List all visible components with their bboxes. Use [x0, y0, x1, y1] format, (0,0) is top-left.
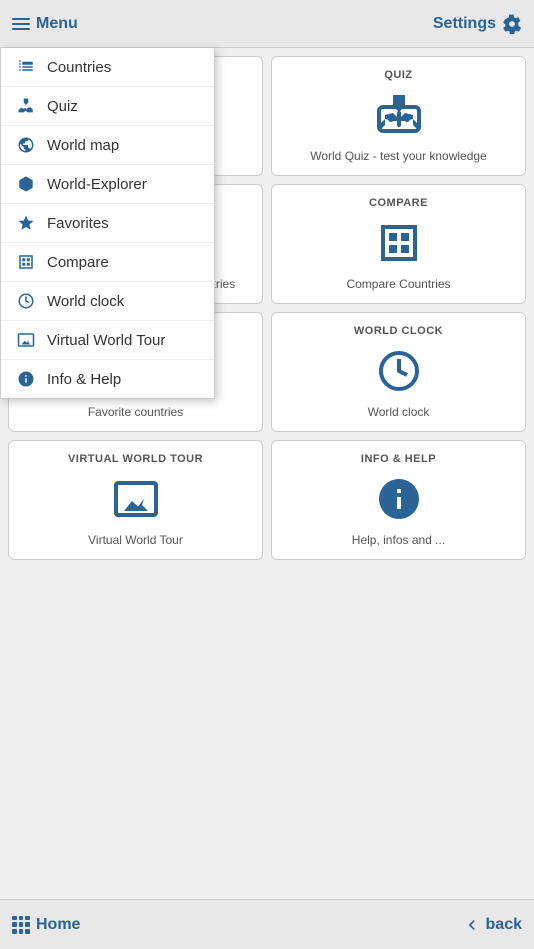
card-world-clock-title: WORLD CLOCK: [354, 325, 443, 337]
card-world-clock[interactable]: WORLD CLOCK World clock: [271, 312, 526, 432]
clock-icon-menu: [15, 292, 37, 310]
home-label: Home: [36, 916, 80, 934]
gamepad-icon: [15, 97, 37, 115]
back-button[interactable]: back: [462, 915, 522, 935]
dropdown-label-favorites: Favorites: [47, 215, 109, 232]
table-icon-card: [375, 219, 423, 267]
dropdown-label-world-map: World map: [47, 137, 119, 154]
dropdown-label-quiz: Quiz: [47, 98, 78, 115]
home-button[interactable]: Home: [12, 916, 80, 934]
card-info-help-title: INFO & HELP: [361, 453, 436, 465]
dropdown-menu: Countries Quiz World map World-Explorer: [0, 48, 215, 399]
card-info-help-label: Help, infos and ...: [352, 533, 445, 547]
image-icon-card: [112, 475, 160, 523]
info-icon-card: [375, 475, 423, 523]
clock-icon-card: [375, 347, 423, 395]
card-quiz-label: World Quiz - test your knowledge: [310, 149, 487, 163]
dropdown-item-quiz[interactable]: Quiz: [1, 87, 214, 126]
list-icon: [15, 58, 37, 76]
card-compare-title: COMPARE: [369, 197, 428, 209]
home-grid-icon: [12, 916, 30, 934]
footer: Home back: [0, 899, 534, 949]
card-world-clock-label: World clock: [368, 405, 430, 419]
card-quiz-title: QUIZ: [384, 69, 412, 81]
dropdown-label-world-clock: World clock: [47, 293, 124, 310]
gear-icon: [502, 14, 522, 34]
dropdown-item-world-map[interactable]: World map: [1, 126, 214, 165]
card-virtual-world-tour-label: Virtual World Tour: [88, 533, 183, 547]
dropdown-item-favorites[interactable]: Favorites: [1, 204, 214, 243]
dropdown-item-countries[interactable]: Countries: [1, 48, 214, 87]
dropdown-label-compare: Compare: [47, 254, 109, 271]
settings-button[interactable]: Settings: [433, 14, 522, 34]
info-icon-menu: [15, 370, 37, 388]
card-compare-label: Compare Countries: [346, 277, 450, 291]
card-info-help[interactable]: INFO & HELP Help, infos and ...: [271, 440, 526, 560]
card-compare[interactable]: COMPARE Compare Countries: [271, 184, 526, 304]
dropdown-label-countries: Countries: [47, 59, 111, 76]
globe-icon: [15, 136, 37, 154]
card-virtual-world-tour-title: VIRTUAL WORLD TOUR: [68, 453, 203, 465]
hamburger-icon: [12, 18, 30, 30]
dropdown-item-world-explorer[interactable]: World-Explorer: [1, 165, 214, 204]
image-icon-menu: [15, 331, 37, 349]
dropdown-label-info-help: Info & Help: [47, 371, 121, 388]
cube-icon: [15, 175, 37, 193]
header: Menu Settings: [0, 0, 534, 48]
dropdown-item-info-help[interactable]: Info & Help: [1, 360, 214, 398]
dropdown-item-virtual-world-tour[interactable]: Virtual World Tour: [1, 321, 214, 360]
dropdown-label-virtual-world-tour: Virtual World Tour: [47, 332, 165, 349]
back-label: back: [486, 916, 522, 934]
menu-label: Menu: [36, 15, 78, 33]
gamepad-icon-card: [375, 91, 423, 139]
settings-label: Settings: [433, 15, 496, 33]
table-icon: [15, 253, 37, 271]
chevron-left-icon: [462, 915, 482, 935]
card-quiz[interactable]: QUIZ World Quiz - test your knowledge: [271, 56, 526, 176]
dropdown-label-world-explorer: World-Explorer: [47, 176, 147, 193]
dropdown-item-world-clock[interactable]: World clock: [1, 282, 214, 321]
star-icon: [15, 214, 37, 232]
dropdown-item-compare[interactable]: Compare: [1, 243, 214, 282]
card-favorites-label: Favorite countries: [88, 405, 183, 419]
menu-button[interactable]: Menu: [12, 15, 78, 33]
card-virtual-world-tour[interactable]: VIRTUAL WORLD TOUR Virtual World Tour: [8, 440, 263, 560]
